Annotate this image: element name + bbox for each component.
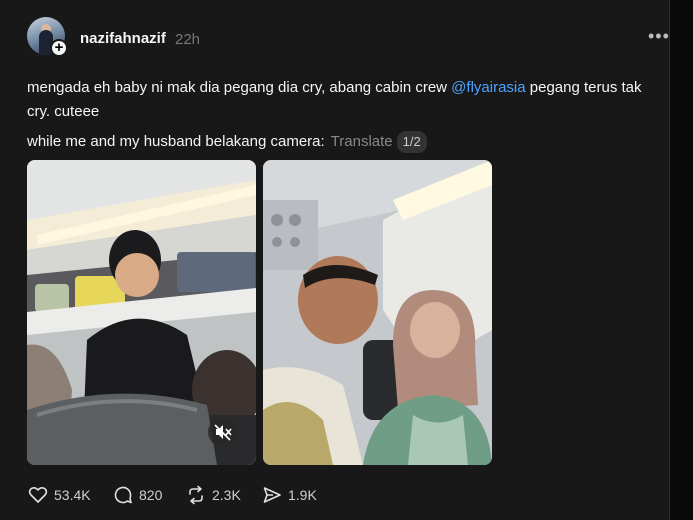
media-photo[interactable] bbox=[263, 160, 492, 465]
repost-count: 2.3K bbox=[212, 487, 241, 503]
share-icon bbox=[263, 487, 281, 503]
timestamp: 22h bbox=[175, 31, 201, 48]
repost-button[interactable]: 2.3K bbox=[186, 485, 241, 505]
post-text-part1: mengada eh baby ni mak dia pegang dia cr… bbox=[27, 79, 452, 96]
repost-icon bbox=[189, 485, 203, 505]
username[interactable]: nazifahnazif bbox=[80, 30, 166, 47]
photo-thumbnail bbox=[263, 160, 492, 465]
media-video[interactable] bbox=[27, 160, 256, 465]
post-card: + nazifahnazif 22h ••• mengada eh baby n… bbox=[0, 0, 670, 520]
share-button[interactable]: 1.9K bbox=[262, 485, 317, 505]
reply-count: 820 bbox=[139, 487, 163, 503]
comment-icon bbox=[114, 486, 132, 504]
mention-link[interactable]: @flyairasia bbox=[451, 79, 525, 96]
translate-link[interactable]: Translate bbox=[331, 133, 393, 150]
like-button[interactable]: 53.4K bbox=[28, 485, 91, 505]
more-icon[interactable]: ••• bbox=[648, 26, 670, 47]
reply-button[interactable]: 820 bbox=[113, 485, 162, 505]
post-text: mengada eh baby ni mak dia pegang dia cr… bbox=[27, 76, 657, 124]
mute-button[interactable] bbox=[208, 417, 238, 447]
action-bar: 53.4K 820 2.3K 1.9K bbox=[0, 485, 669, 507]
post-text-line2: while me and my husband belakang camera:… bbox=[27, 131, 427, 153]
mute-icon bbox=[214, 424, 232, 441]
share-count: 1.9K bbox=[288, 487, 317, 503]
post-text2: while me and my husband belakang camera: bbox=[27, 133, 325, 150]
page-indicator: 1/2 bbox=[396, 131, 427, 153]
heart-icon bbox=[28, 486, 48, 503]
plus-icon[interactable]: + bbox=[50, 39, 68, 57]
like-count: 53.4K bbox=[54, 487, 91, 503]
